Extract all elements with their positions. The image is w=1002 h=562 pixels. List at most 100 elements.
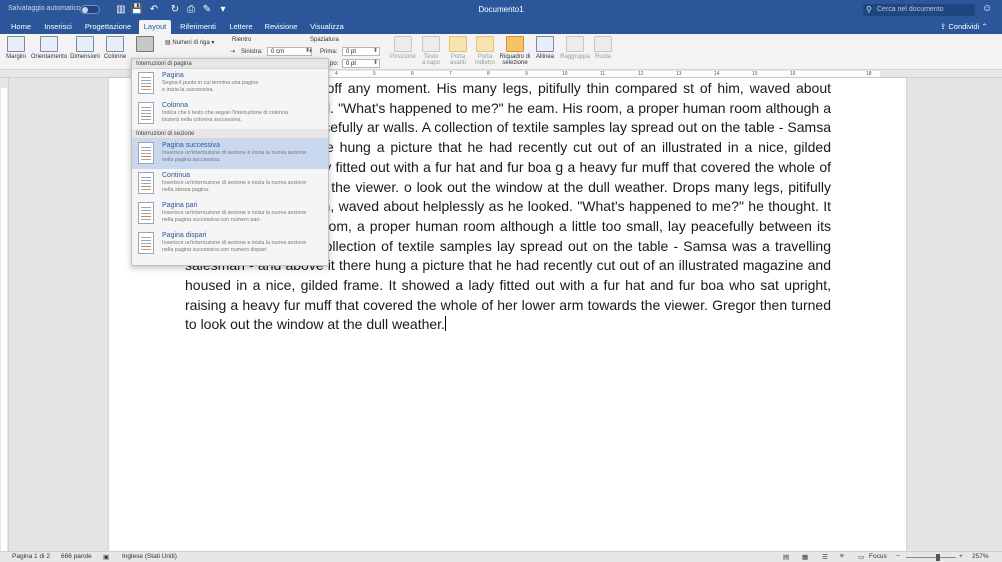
dopo-field[interactable]: 0 pt — [342, 59, 380, 68]
search-icon: ⚲ — [866, 5, 872, 14]
bring-forward-icon — [449, 36, 467, 52]
colonne-label: Colonne — [103, 54, 127, 60]
break-pagina[interactable]: Pagina Segna il punto in cui termina una… — [132, 69, 328, 99]
porta-indietro-label-2: indietro — [475, 60, 495, 66]
even-page-break-icon — [138, 202, 154, 224]
zoom-level[interactable]: 257% — [972, 553, 989, 560]
raggruppa-button[interactable]: Raggruppa — [560, 36, 590, 60]
numeri-riga-button[interactable]: ▤ Numeri di riga ▾ — [165, 39, 225, 46]
break-pagina-dispari[interactable]: Pagina dispari Inserisce un'interruzione… — [132, 229, 328, 259]
porta-avanti-label-2: avanti — [449, 60, 466, 66]
breaks-dropdown: Interruzioni di pagina Pagina Segna il p… — [131, 58, 329, 266]
break-pagina-successiva[interactable]: Pagina successiva Inserisce un'interruzi… — [132, 139, 328, 169]
web-layout-icon[interactable]: ▦ — [802, 553, 808, 561]
tab-layout[interactable]: Layout — [139, 20, 171, 34]
testo-a-capo-button[interactable]: Testo a capo — [419, 36, 443, 66]
status-bar: Pagina 1 di 2 666 parole ▣ Inglese (Stat… — [0, 551, 1002, 562]
zoom-slider-handle[interactable] — [936, 554, 940, 561]
prima-field[interactable]: 0 pt — [342, 47, 380, 56]
zoom-out-icon[interactable]: − — [896, 553, 900, 560]
ruler-tick: 5 — [373, 71, 376, 77]
search-placeholder: Cerca nel documento — [877, 6, 944, 13]
ruota-button[interactable]: Ruota — [592, 36, 614, 60]
ruler-tick: 14 — [714, 71, 720, 77]
ruler-tick: 13 — [676, 71, 682, 77]
break-desc: Inserisce un'interruzione di sezione e i… — [162, 180, 307, 193]
ruler-tick: 6 — [411, 71, 414, 77]
dimensioni-button[interactable]: Dimensioni — [70, 36, 100, 60]
text-cursor — [444, 316, 446, 332]
search-input[interactable]: ⚲ Cerca nel documento — [863, 4, 975, 16]
porta-indietro-button[interactable]: Porta indietro — [472, 36, 498, 66]
zoom-in-icon[interactable]: + — [959, 553, 963, 560]
tab-home[interactable]: Home — [6, 20, 36, 34]
share-label: Condividi — [948, 22, 980, 31]
break-desc: Inserisce un'interruzione di sezione e i… — [162, 240, 307, 253]
tab-progettazione[interactable]: Progettazione — [82, 20, 134, 34]
selection-pane-icon — [506, 36, 524, 52]
break-desc: Segna il punto in cui termina una pagina… — [162, 80, 259, 93]
spaziatura-label: Spaziatura — [310, 37, 339, 43]
ruler-tick: 8 — [487, 71, 490, 77]
continuous-break-icon — [138, 172, 154, 194]
proofing-icon[interactable]: ▣ — [103, 553, 109, 561]
share-button[interactable]: ⇪ Condividi ⌃ — [940, 20, 988, 34]
numeri-riga-label: Numeri di riga — [172, 40, 210, 46]
language-status[interactable]: Inglese (Stati Uniti) — [122, 553, 177, 560]
focus-button[interactable]: Focus — [869, 553, 887, 560]
break-desc: Indica che il testo che segue l'interruz… — [162, 110, 288, 123]
send-backward-icon — [476, 36, 494, 52]
break-title: Pagina dispari — [162, 232, 207, 239]
interruzioni-button[interactable] — [133, 36, 157, 54]
ruler-tick: 18 — [866, 71, 872, 77]
porta-avanti-button[interactable]: Porta avanti — [446, 36, 470, 66]
riquadro-selezione-button[interactable]: Riquadro di selezione — [499, 36, 531, 66]
position-icon — [394, 36, 412, 52]
sinistra-field[interactable]: 0 cm — [267, 47, 312, 56]
orientamento-label: Orientamento — [30, 54, 68, 60]
allinea-button[interactable]: Allinea — [534, 36, 556, 60]
outline-view-icon[interactable]: ☰ — [822, 553, 828, 561]
column-break-icon — [138, 102, 154, 124]
ruler-tick: 9 — [525, 71, 528, 77]
rotate-icon — [594, 36, 612, 52]
riquadro-label-2: selezione — [502, 60, 528, 66]
word-count[interactable]: 666 parole — [61, 553, 92, 560]
break-continua[interactable]: Continua Inserisce un'interruzione di se… — [132, 169, 328, 199]
spacing-before-icon: ⇞ — [308, 49, 314, 55]
margini-button[interactable]: Margini — [4, 36, 28, 60]
focus-icon[interactable]: ▭ — [858, 553, 864, 561]
ruler-tick: 16 — [790, 71, 796, 77]
odd-page-break-icon — [138, 232, 154, 254]
tab-inserisci[interactable]: Inserisci — [40, 20, 76, 34]
a-capo-label: a capo — [421, 60, 440, 66]
break-title: Continua — [162, 172, 191, 179]
ruler-tick: 4 — [335, 71, 338, 77]
ruota-label: Ruota — [594, 54, 611, 60]
page-count[interactable]: Pagina 1 di 2 — [12, 553, 50, 560]
posizione-label: Posizione — [389, 54, 416, 60]
page-break-icon — [138, 72, 154, 94]
allinea-label: Allinea — [535, 54, 554, 60]
vertical-ruler[interactable] — [0, 78, 9, 551]
tab-revisione[interactable]: Revisione — [262, 20, 300, 34]
tab-riferimenti[interactable]: Riferimenti — [176, 20, 220, 34]
colonne-button[interactable]: Colonne — [102, 36, 128, 60]
draft-view-icon[interactable]: ≡ — [840, 553, 844, 560]
dopo-label: po: — [330, 61, 339, 67]
section-breaks-header: Interruzioni di sezione — [132, 129, 328, 139]
rientro-label: Rientro — [232, 37, 252, 43]
size-icon — [76, 36, 94, 52]
group-icon — [566, 36, 584, 52]
tab-visualizza[interactable]: Visualizza — [307, 20, 347, 34]
break-colonna[interactable]: Colonna Indica che il testo che segue l'… — [132, 99, 328, 129]
tab-lettere[interactable]: Lettere — [226, 20, 256, 34]
posizione-button[interactable]: Posizione — [388, 36, 418, 60]
feedback-icon[interactable]: ☺ — [982, 3, 992, 14]
break-pagina-pari[interactable]: Pagina pari Inserisce un'interruzione di… — [132, 199, 328, 229]
orientamento-button[interactable]: Orientamento — [30, 36, 68, 60]
zoom-slider[interactable] — [906, 557, 956, 558]
ruler-tick: 11 — [600, 71, 606, 77]
margins-icon — [7, 36, 25, 52]
print-layout-icon[interactable]: ▤ — [783, 553, 789, 561]
